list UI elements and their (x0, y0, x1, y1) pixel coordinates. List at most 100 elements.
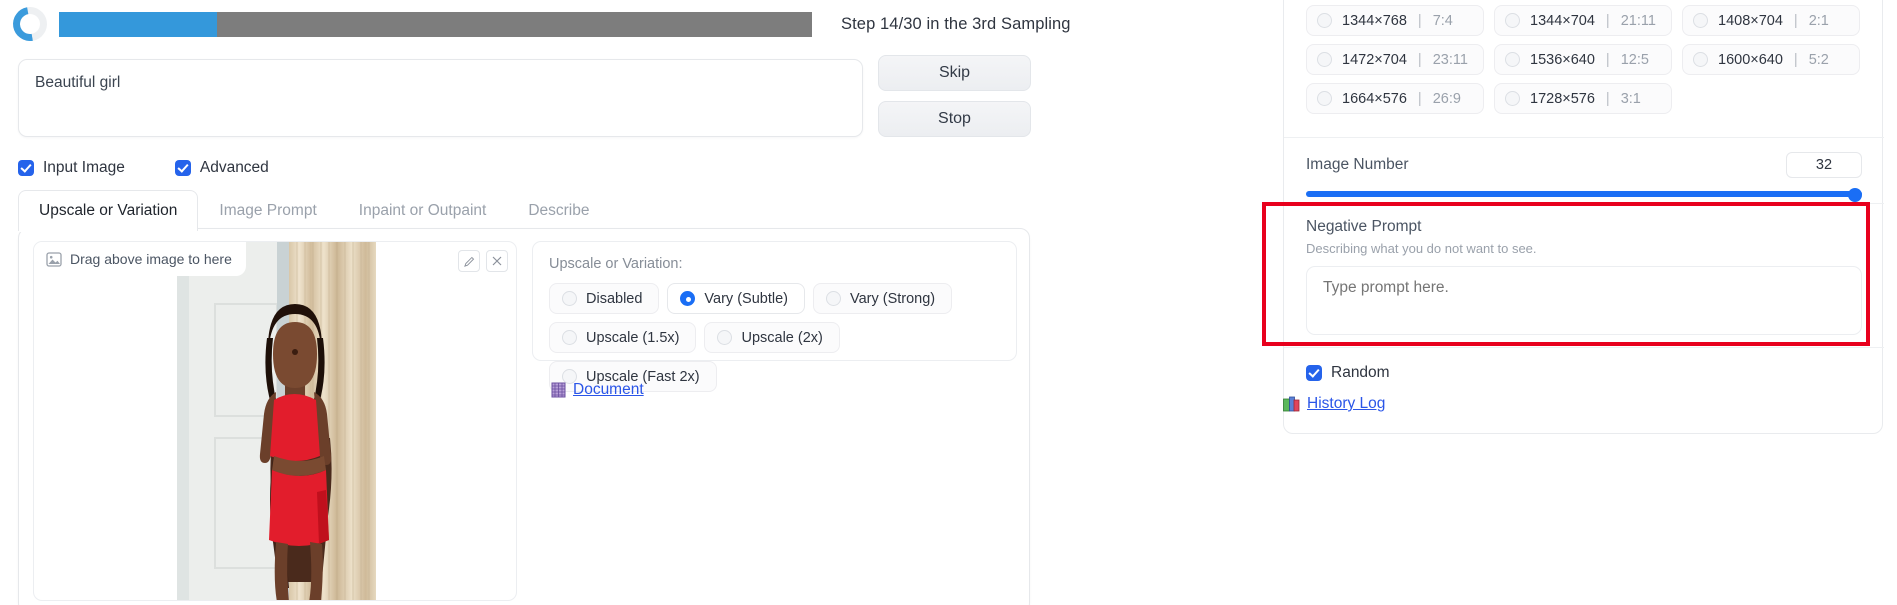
checkmark-icon (174, 160, 191, 176)
radio-vary-subtle[interactable]: Vary (Subtle) (667, 283, 805, 314)
radio-upscale-1-5x-label: Upscale (1.5x) (586, 329, 680, 346)
aspect-ratio-separator: | (1793, 12, 1798, 29)
slider-fill (1306, 191, 1862, 197)
radio-upscale-2x[interactable]: Upscale (2x) (704, 322, 840, 353)
tab-describe[interactable]: Describe (507, 190, 610, 231)
radio-dot-icon (825, 291, 841, 306)
radio-vary-strong[interactable]: Vary (Strong) (812, 283, 953, 314)
document-link-label: Document (573, 381, 644, 398)
settings-card: 1344×768 | 7:4 1344×704 | 21:11 1408×704… (1283, 0, 1884, 434)
negative-prompt-subtitle: Describing what you do not want to see. (1306, 241, 1537, 256)
image-number-value[interactable]: 32 (1786, 152, 1862, 178)
progress-bar-fill (59, 11, 218, 37)
aspect-ratio-value: 12:5 (1620, 51, 1649, 68)
aspect-ratio-value: 23:11 (1432, 51, 1468, 68)
image-tool-buttons (458, 250, 508, 272)
aspect-ratio-option-6[interactable]: 1664×576 | 26:9 (1306, 83, 1484, 114)
upscale-options-grid: Disabled Vary (Subtle) Vary (Strong) Ups… (549, 283, 1000, 392)
radio-dot-icon (1317, 91, 1332, 106)
checkbox-input-image-label: Input Image (43, 159, 125, 176)
radio-dot-icon (562, 330, 577, 345)
aspect-ratio-separator: | (1417, 51, 1422, 68)
aspect-ratio-option-2[interactable]: 1408×704 | 2:1 (1682, 5, 1860, 36)
tab-inpaint-or-outpaint[interactable]: Inpaint or Outpaint (338, 190, 508, 231)
image-placeholder-icon (46, 251, 62, 267)
image-drop-zone[interactable]: Drag above image to here (33, 241, 517, 601)
aspect-ratio-dimensions: 1536×640 (1530, 51, 1595, 68)
aspect-ratio-grid: 1344×768 | 7:4 1344×704 | 21:11 1408×704… (1306, 5, 1864, 114)
checkbox-random-label: Random (1331, 363, 1390, 381)
aspect-ratio-value: 3:1 (1620, 90, 1641, 107)
progress-status-text: Step 14/30 in the 3rd Sampling (841, 14, 1071, 33)
close-x-icon (492, 256, 502, 266)
checkmark-icon (1306, 364, 1322, 381)
generation-action-buttons: Skip Stop (878, 55, 1031, 147)
radio-disabled[interactable]: Disabled (549, 283, 660, 314)
loading-spinner-icon (6, 0, 54, 48)
history-log-link[interactable]: History Log (1283, 395, 1385, 413)
skip-button[interactable]: Skip (878, 55, 1031, 91)
aspect-ratio-value: 2:1 (1808, 12, 1829, 29)
radio-dot-icon (1317, 52, 1332, 67)
image-number-slider[interactable] (1306, 188, 1862, 202)
radio-dot-icon (1693, 13, 1708, 28)
aspect-ratio-value: 5:2 (1808, 51, 1829, 68)
edit-image-button[interactable] (458, 250, 480, 272)
radio-vary-strong-label: Vary (Strong) (849, 290, 936, 307)
aspect-ratio-dimensions: 1728×576 (1530, 90, 1595, 107)
aspect-ratio-dimensions: 1408×704 (1718, 12, 1783, 29)
stop-button[interactable]: Stop (878, 101, 1031, 137)
remove-image-button[interactable] (486, 250, 508, 272)
slider-knob[interactable] (1848, 188, 1862, 202)
aspect-ratio-separator: | (1417, 12, 1422, 29)
tab-bar: Upscale or Variation Image Prompt Inpain… (18, 190, 610, 232)
aspect-ratio-separator: | (1793, 51, 1798, 68)
aspect-ratio-option-4[interactable]: 1536×640 | 12:5 (1494, 44, 1672, 75)
pencil-icon (463, 256, 474, 267)
aspect-ratio-separator: | (1605, 90, 1610, 107)
negative-prompt-input[interactable] (1306, 266, 1862, 335)
image-number-header: Image Number 32 (1306, 152, 1862, 178)
image-number-section: Image Number 32 (1284, 137, 1884, 203)
upscale-options-card: Upscale or Variation: Disabled Vary (Sub… (532, 241, 1017, 392)
checkmark-icon (18, 160, 34, 176)
radio-disabled-label: Disabled (586, 290, 643, 307)
prompt-input[interactable] (18, 59, 863, 137)
tab-upscale-or-variation[interactable]: Upscale or Variation (18, 190, 199, 232)
tab-image-prompt[interactable]: Image Prompt (198, 190, 337, 231)
input-image-graphic (177, 242, 376, 600)
progress-bar (59, 11, 812, 37)
aspect-ratio-option-7[interactable]: 1728×576 | 3:1 (1494, 83, 1672, 114)
aspect-ratio-option-5[interactable]: 1600×640 | 5:2 (1682, 44, 1860, 75)
radio-dot-icon (1317, 13, 1332, 28)
aspect-ratio-value: 7:4 (1432, 12, 1453, 29)
aspect-ratio-option-3[interactable]: 1472×704 | 23:11 (1306, 44, 1484, 75)
upscale-variation-panel: Drag above image to here Upscale or Vari… (18, 228, 1030, 605)
checkbox-advanced-label: Advanced (199, 159, 269, 176)
radio-dot-icon (1693, 52, 1708, 67)
aspect-ratio-dimensions: 1472×704 (1342, 51, 1407, 68)
radio-dot-icon (1505, 13, 1520, 28)
drop-zone-badge-label: Drag above image to here (70, 251, 232, 267)
radio-dot-icon (717, 330, 733, 345)
checkbox-input-image[interactable]: Input Image (18, 159, 125, 177)
radio-dot-icon (1505, 91, 1520, 106)
history-log-link-label: History Log (1307, 395, 1386, 412)
aspect-ratio-value: 21:11 (1620, 12, 1656, 29)
checkbox-random[interactable]: Random (1306, 364, 1390, 382)
negative-prompt-title: Negative Prompt (1306, 218, 1422, 235)
aspect-ratio-option-0[interactable]: 1344×768 | 7:4 (1306, 5, 1484, 36)
aspect-ratio-separator: | (1605, 51, 1610, 68)
generation-progress-row: Step 14/30 in the 3rd Sampling (0, 0, 1262, 48)
aspect-ratio-dimensions: 1344×768 (1342, 12, 1407, 29)
radio-dot-icon (562, 291, 577, 306)
radio-upscale-2x-label: Upscale (2x) (741, 329, 823, 346)
checkbox-advanced[interactable]: Advanced (174, 159, 269, 177)
radio-upscale-1-5x[interactable]: Upscale (1.5x) (549, 322, 697, 353)
books-icon (1283, 396, 1300, 412)
radio-dot-icon (1505, 52, 1520, 67)
aspect-ratio-separator: | (1417, 90, 1422, 107)
drop-zone-badge: Drag above image to here (34, 242, 246, 276)
document-link[interactable]: Document (551, 381, 644, 399)
aspect-ratio-option-1[interactable]: 1344×704 | 21:11 (1494, 5, 1672, 36)
